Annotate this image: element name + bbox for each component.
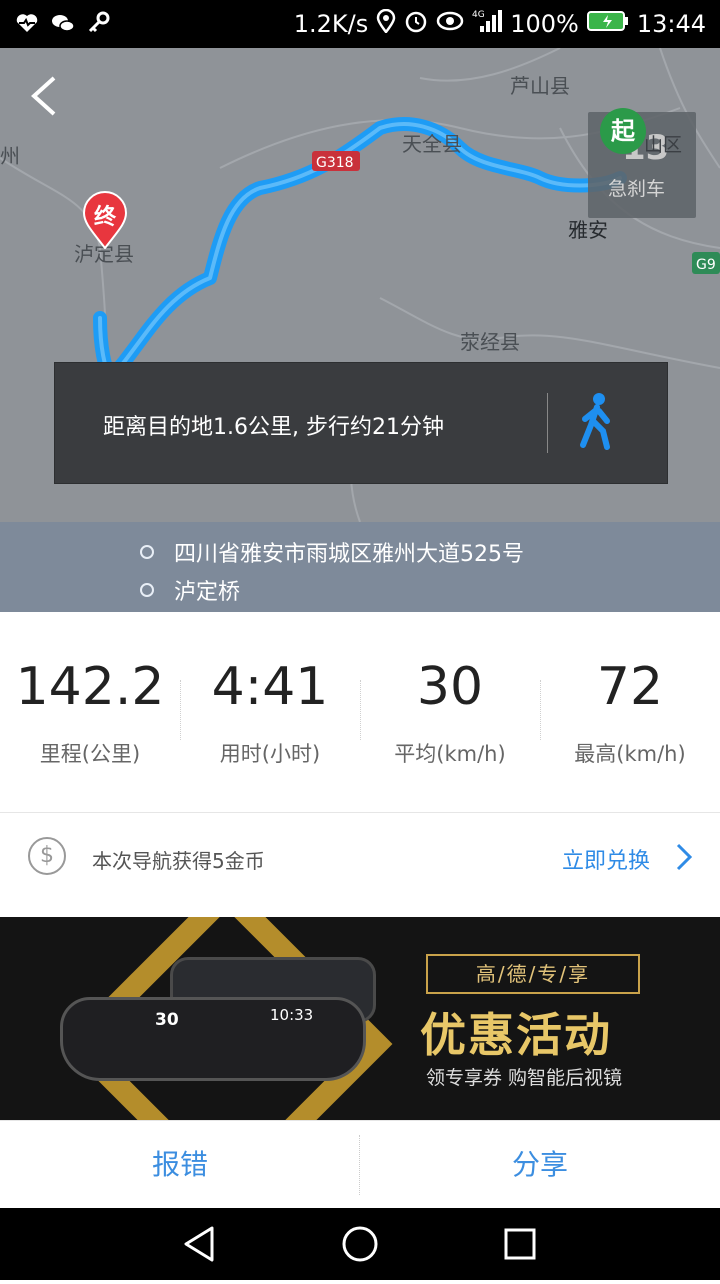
- status-bar: 1.2K/s 4G 100% 13:44: [0, 0, 720, 48]
- clock-time: 13:44: [636, 10, 706, 38]
- bottom-actions: 报错 分享: [0, 1120, 720, 1209]
- road-g9-label: G9: [696, 257, 716, 273]
- signal-4g-icon: 4G: [472, 8, 503, 40]
- start-pin[interactable]: 起: [600, 108, 646, 154]
- key-icon: [86, 10, 112, 36]
- place-zhou-fragment: 州: [0, 144, 20, 168]
- stat-max-speed: 72 最高(km/h): [540, 648, 720, 768]
- system-nav-bar: [0, 1208, 720, 1280]
- stat-distance-value: 142.2: [15, 657, 165, 717]
- destination-row: 泸定桥: [140, 574, 240, 606]
- nav-back-icon[interactable]: [184, 1226, 214, 1262]
- place-lushan: 芦山县: [510, 74, 570, 98]
- end-pin[interactable]: 终: [82, 191, 128, 250]
- trip-stats: 142.2 里程(公里) 4:41 用时(小时) 30 平均(km/h) 72 …: [0, 612, 720, 812]
- place-shanqu-fragment: 山区: [644, 134, 683, 156]
- stat-average-value: 30: [416, 657, 484, 717]
- place-yingjing: 荥经县: [460, 330, 520, 354]
- banner-tag: 高/德/专/享: [426, 954, 640, 994]
- stat-duration-value: 4:41: [211, 657, 329, 717]
- walk-distance-message: 距离目的地1.6公里, 步行约21分钟: [103, 415, 444, 440]
- promo-banner[interactable]: 30 10:33 高/德/专/享 优惠活动 领专享券 购智能后视镜: [0, 917, 720, 1120]
- svg-text:4G: 4G: [472, 10, 485, 20]
- origin-dot-icon: [140, 545, 154, 559]
- place-tianquan: 天全县: [402, 132, 462, 156]
- banner-mirror-image: [60, 997, 366, 1081]
- chevron-left-icon: [31, 76, 56, 116]
- end-pin-label: 终: [93, 205, 116, 230]
- road-g318-label: G318: [316, 155, 354, 171]
- eye-icon: [436, 10, 464, 38]
- report-error-button[interactable]: 报错: [0, 1121, 360, 1209]
- coin-reward-row[interactable]: $ 本次导航获得5金币 立即兑换: [0, 813, 720, 917]
- redeem-now-link[interactable]: 立即兑换: [562, 843, 650, 875]
- nav-home-icon[interactable]: [342, 1226, 378, 1262]
- brake-label: 急刹车: [608, 178, 666, 200]
- battery-level: 100%: [510, 10, 579, 38]
- route-addresses: 四川省雅安市雨城区雅州大道525号 泸定桥: [0, 522, 720, 612]
- origin-row: 四川省雅安市雨城区雅州大道525号: [140, 536, 524, 568]
- stat-distance-label: 里程(公里): [39, 742, 141, 766]
- alarm-icon: [404, 9, 428, 39]
- chevron-right-icon[interactable]: [674, 841, 694, 877]
- destination-dot-icon: [140, 583, 154, 597]
- banner-time-text: 10:33: [270, 1006, 314, 1024]
- nav-recents-icon[interactable]: [504, 1228, 536, 1260]
- banner-speed-text: 30: [155, 1010, 179, 1030]
- stat-max-value: 72: [596, 657, 664, 717]
- walk-info-panel: 距离目的地1.6公里, 步行约21分钟: [54, 362, 668, 484]
- place-yaan: 雅安: [568, 218, 608, 242]
- stat-average-speed: 30 平均(km/h): [360, 648, 540, 768]
- back-button[interactable]: [22, 72, 70, 120]
- coin-reward-message: 本次导航获得5金币: [92, 849, 265, 873]
- banner-subtitle: 领专享券 购智能后视镜: [426, 1067, 623, 1089]
- stat-distance: 142.2 里程(公里): [0, 648, 180, 768]
- network-speed: 1.2K/s: [293, 10, 369, 38]
- location-icon: [376, 8, 396, 39]
- walking-person-icon: [580, 393, 610, 450]
- panel-divider: [547, 393, 548, 453]
- health-heart-icon: [14, 10, 40, 36]
- walk-navigation-button[interactable]: [575, 391, 619, 455]
- route-map[interactable]: G318 G9 芦山县 天全县 雅安 泸定县 荥经县 州 13 急刹车 山区 起…: [0, 48, 720, 522]
- origin-address: 四川省雅安市雨城区雅州大道525号: [174, 542, 524, 567]
- wechat-icon: [50, 10, 76, 36]
- destination-address: 泸定桥: [174, 580, 241, 605]
- banner-title: 优惠活动: [420, 1008, 612, 1062]
- stat-max-label: 最高(km/h): [574, 742, 686, 766]
- coin-dollar-icon: $: [28, 837, 66, 875]
- stat-duration-label: 用时(小时): [219, 742, 321, 766]
- battery-icon: [586, 10, 629, 38]
- stat-average-label: 平均(km/h): [394, 742, 506, 766]
- stat-duration: 4:41 用时(小时): [180, 648, 360, 768]
- share-button[interactable]: 分享: [360, 1121, 720, 1209]
